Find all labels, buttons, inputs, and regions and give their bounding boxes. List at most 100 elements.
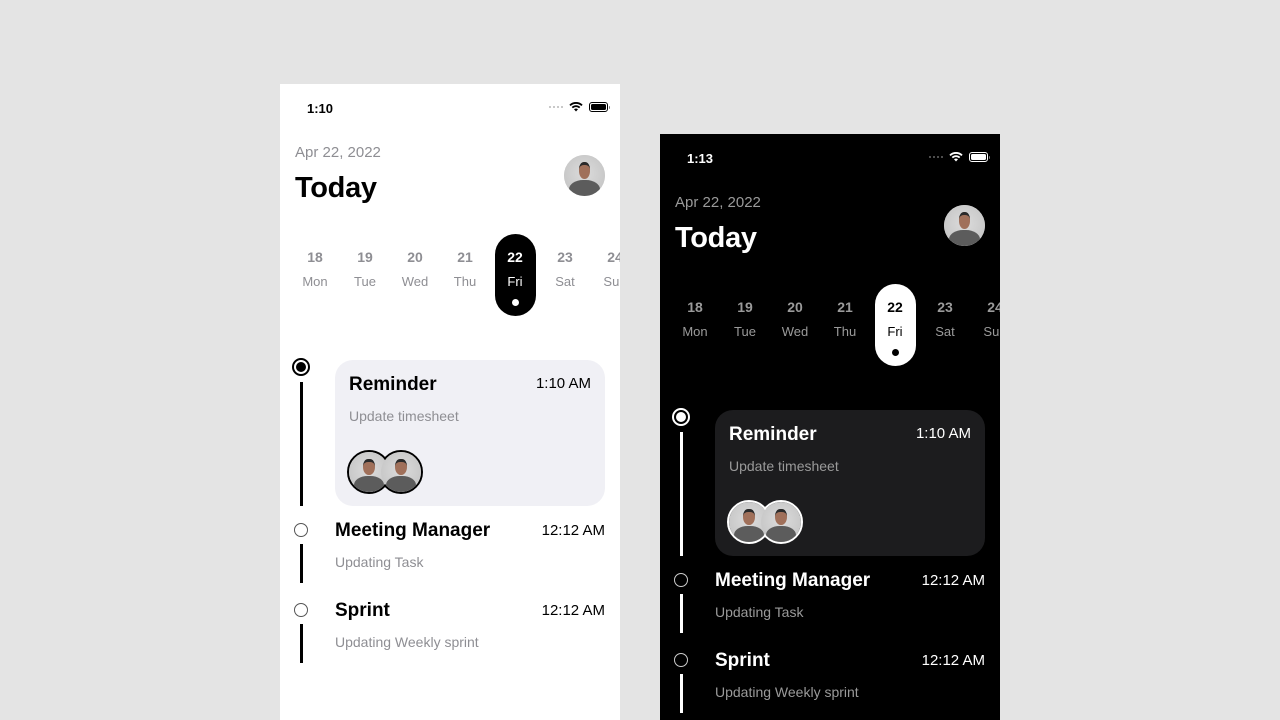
task-card: Reminder 1:10 AM Update timesheet: [335, 360, 605, 506]
day-name: Fri: [887, 324, 903, 339]
day-mon[interactable]: 18 Mon: [290, 234, 340, 316]
day-sat[interactable]: 23 Sat: [920, 284, 970, 366]
task-subtitle: Updating Weekly sprint: [715, 684, 859, 700]
task-content: Meeting Manager 12:12 AM Updating Task: [335, 520, 605, 580]
task-marker-icon: [674, 573, 688, 587]
day-number: 18: [307, 249, 323, 265]
timeline-connector: [300, 624, 303, 663]
assignee-avatars: [347, 450, 423, 494]
week-day-selector: 18 Mon 19 Tue 20 Wed 21 Thu 22 Fri 23 Sat 24 Sun: [290, 234, 620, 319]
task-marker-icon: [294, 603, 308, 617]
status-time: 1:13: [687, 151, 714, 166]
wifi-icon: [949, 152, 963, 162]
current-date: Apr 22, 2022: [675, 194, 761, 211]
day-name: Mon: [682, 324, 708, 339]
avatar-photo-icon: [944, 205, 985, 246]
day-sun[interactable]: 24 Sun: [970, 284, 1000, 366]
day-number: 18: [687, 299, 703, 315]
task-time: 1:10 AM: [915, 425, 971, 442]
timeline-connector: [300, 382, 303, 506]
day-name: Sat: [555, 274, 575, 289]
task-content: Sprint 12:12 AM Updating Weekly sprint: [335, 600, 605, 660]
day-number: 20: [787, 299, 803, 315]
task-subtitle: Update timesheet: [349, 408, 459, 424]
status-bar: 1:10: [280, 84, 620, 132]
active-task-marker-icon: [292, 358, 310, 376]
day-wed[interactable]: 20 Wed: [390, 234, 440, 316]
day-number: 19: [737, 299, 753, 315]
avatar-photo-icon: [761, 502, 801, 542]
timeline-connector: [300, 544, 303, 583]
status-time: 1:10: [307, 101, 334, 116]
wifi-icon: [569, 102, 583, 112]
day-tue[interactable]: 19 Tue: [340, 234, 390, 316]
day-number: 23: [937, 299, 953, 315]
day-name: Mon: [302, 274, 328, 289]
page-title: Today: [675, 222, 757, 254]
day-number: 23: [557, 249, 573, 265]
current-date: Apr 22, 2022: [295, 144, 381, 161]
timeline-connector: [680, 674, 683, 713]
profile-avatar[interactable]: [564, 155, 605, 196]
day-name: Tue: [354, 274, 376, 289]
day-fri[interactable]: 22 Fri: [874, 284, 916, 366]
active-task-marker-icon: [672, 408, 690, 426]
task-subtitle: Updating Task: [335, 554, 424, 570]
signal-icon: [929, 156, 943, 158]
task-content: Sprint 12:12 AM Updating Weekly sprint: [715, 650, 985, 710]
day-name: Fri: [507, 274, 523, 289]
day-thu[interactable]: 21 Thu: [820, 284, 870, 366]
day-name: Tue: [734, 324, 756, 339]
battery-icon: [969, 152, 990, 162]
day-sat[interactable]: 23 Sat: [540, 234, 590, 316]
task-time: 12:12 AM: [541, 602, 605, 619]
day-number: 22: [507, 249, 523, 265]
has-events-dot-icon: [891, 349, 899, 356]
day-sun[interactable]: 24 Sun: [590, 234, 620, 316]
timeline-connector: [680, 594, 683, 633]
task-time: 1:10 AM: [535, 375, 591, 392]
day-number: 19: [357, 249, 373, 265]
week-day-selector: 18 Mon 19 Tue 20 Wed 21 Thu 22 Fri 23 Sat 24 Sun: [670, 284, 1000, 369]
day-tue[interactable]: 19 Tue: [720, 284, 770, 366]
task-subtitle: Updating Weekly sprint: [335, 634, 479, 650]
day-name: Sun: [983, 324, 1000, 339]
page-title: Today: [295, 172, 377, 204]
battery-icon: [589, 102, 610, 112]
day-name: Sat: [935, 324, 955, 339]
assignee-avatar[interactable]: [759, 500, 803, 544]
task-subtitle: Update timesheet: [729, 458, 839, 474]
has-events-dot-icon: [511, 299, 519, 306]
task-marker-icon: [294, 523, 308, 537]
day-name: Wed: [401, 274, 429, 289]
profile-avatar[interactable]: [944, 205, 985, 246]
day-number: 24: [607, 249, 620, 265]
task-time: 12:12 AM: [921, 652, 985, 669]
task-marker-icon: [674, 653, 688, 667]
day-name: Thu: [833, 324, 857, 339]
day-name: Thu: [453, 274, 477, 289]
day-mon[interactable]: 18 Mon: [670, 284, 720, 366]
day-number: 20: [407, 249, 423, 265]
day-name: Wed: [781, 324, 809, 339]
task-card: Reminder 1:10 AM Update timesheet: [715, 410, 985, 556]
day-wed[interactable]: 20 Wed: [770, 284, 820, 366]
assignee-avatars: [727, 500, 803, 544]
dark-mode-screen: 1:13 Apr 22, 2022 Today 18 Mon 19 Tue 20 Wed 2…: [660, 134, 1000, 720]
timeline-connector: [680, 432, 683, 556]
light-mode-screen: 1:10 Apr 22, 2022 Today 18 Mon 19 Tue 20 Wed 2…: [280, 84, 620, 720]
assignee-avatar[interactable]: [379, 450, 423, 494]
task-time: 12:12 AM: [921, 572, 985, 589]
task-subtitle: Updating Task: [715, 604, 804, 620]
day-name: Sun: [603, 274, 620, 289]
avatar-photo-icon: [381, 452, 421, 492]
status-bar: 1:13: [660, 134, 1000, 182]
task-time: 12:12 AM: [541, 522, 605, 539]
day-thu[interactable]: 21 Thu: [440, 234, 490, 316]
signal-icon: [549, 106, 563, 108]
day-number: 21: [457, 249, 473, 265]
day-number: 24: [987, 299, 1000, 315]
avatar-photo-icon: [564, 155, 605, 196]
day-fri[interactable]: 22 Fri: [494, 234, 536, 316]
day-number: 21: [837, 299, 853, 315]
